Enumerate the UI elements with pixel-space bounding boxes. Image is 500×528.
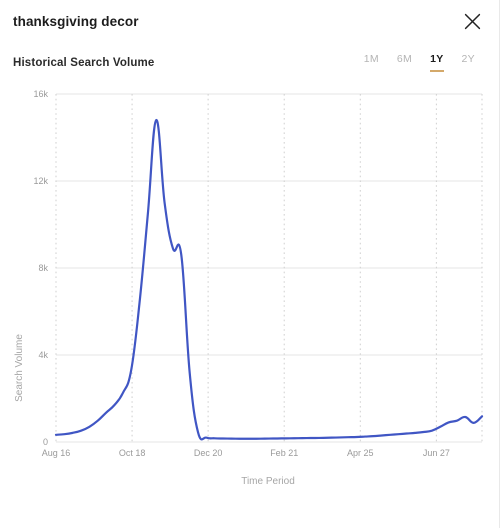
section-title: Historical Search Volume	[13, 57, 155, 69]
y-tick-label: 16k	[33, 89, 48, 99]
tab-1m[interactable]: 1M	[364, 54, 379, 72]
chart-series	[54, 118, 484, 441]
chart-y-axis: 0 4k 8k 12k 16k	[33, 89, 48, 447]
y-tick-label: 4k	[38, 350, 48, 360]
y-axis-label: Search Volume	[14, 334, 25, 402]
x-tick-label: Jun 27	[423, 448, 450, 458]
close-button[interactable]	[459, 8, 485, 34]
chart-x-axis: Aug 16 Oct 18 Dec 20 Feb 21 Apr 25 Jun 27	[42, 448, 450, 458]
panel-header: thanksgiving decor	[0, 0, 499, 42]
y-tick-label: 8k	[38, 263, 48, 273]
y-tick-label: 0	[43, 437, 48, 447]
x-tick-label: Dec 20	[194, 448, 223, 458]
x-tick-label: Oct 18	[119, 448, 146, 458]
close-icon	[464, 13, 481, 30]
chart-grid	[55, 93, 483, 443]
tab-1y[interactable]: 1Y	[430, 54, 444, 72]
x-tick-label: Feb 21	[270, 448, 298, 458]
x-tick-label: Aug 16	[42, 448, 71, 458]
page-title: thanksgiving decor	[13, 13, 139, 29]
tab-2y[interactable]: 2Y	[462, 54, 475, 72]
search-volume-chart: 0 4k 8k 12k 16k Aug 16 Oct 18 Dec 20 Feb 21 Apr …	[0, 78, 500, 518]
range-tab-group: 1M 6M 1Y 2Y	[364, 54, 475, 72]
chart-toolbar: Historical Search Volume 1M 6M 1Y 2Y	[0, 48, 499, 78]
y-tick-label: 12k	[33, 176, 48, 186]
chart-canvas: 0 4k 8k 12k 16k Aug 16 Oct 18 Dec 20 Feb 21 Apr …	[14, 89, 484, 487]
tab-6m[interactable]: 6M	[397, 54, 412, 72]
search-volume-panel: thanksgiving decor Historical Search Vol…	[0, 0, 500, 528]
series-line-search-volume	[54, 118, 484, 441]
x-tick-label: Apr 25	[347, 448, 374, 458]
x-axis-label: Time Period	[241, 476, 295, 487]
